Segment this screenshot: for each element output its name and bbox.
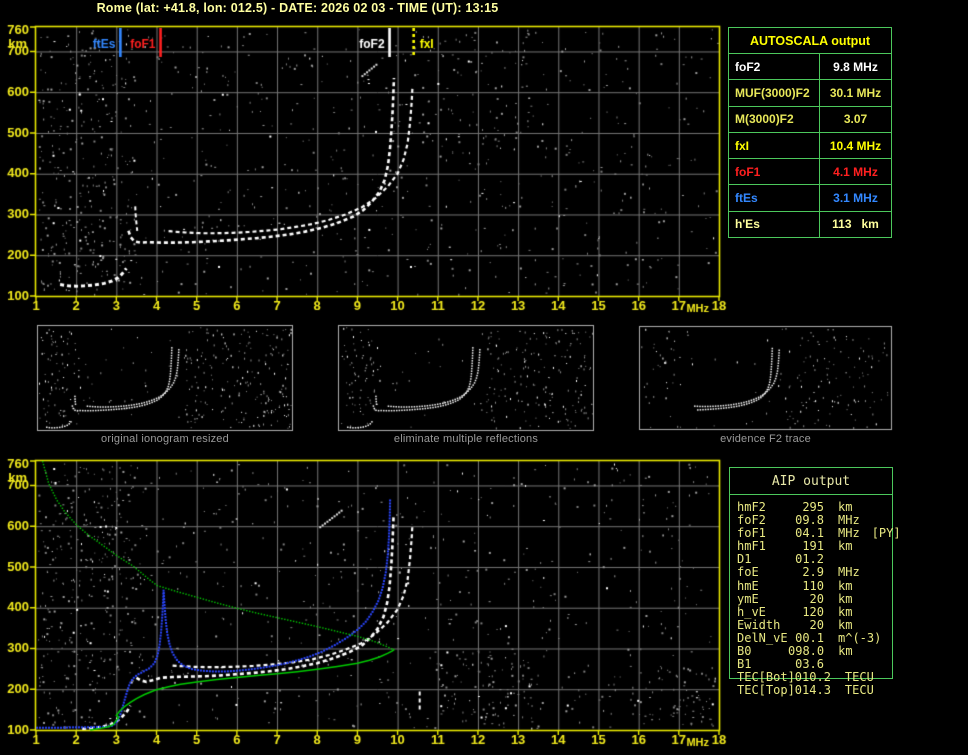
autoscala-row-value: 9.8 MHz — [833, 59, 878, 74]
aip-row-label: ymE — [737, 591, 759, 606]
aip-row-unit: TECU — [844, 683, 874, 698]
aip-rows: hmF2 295 km foF2 09.8 MHz foF1 04.1 MHz [PY] hmF1 1… — [737, 500, 901, 697]
aip-row-value: 014.3 — [794, 683, 831, 698]
aip-row-unit: MHz — [838, 565, 860, 580]
aip-row-unit: km — [838, 578, 853, 593]
aip-row-unit: km — [838, 644, 853, 659]
autoscala-row-value: 10.4 MHz — [829, 138, 882, 153]
aip-row: TEC[Top] 014.3 TECU — [737, 684, 889, 697]
autoscala-row: M(3000)F2 3.07 — [729, 105, 891, 132]
aip-row: Ewidth 20 km — [737, 617, 889, 632]
autoscala-row-label: foF1 — [729, 159, 820, 185]
aip-table: AIP output hmF2 295 km foF2 09.8 MHz foF1 04.1 M… — [729, 467, 901, 697]
aip-row-extra: [PY] — [871, 526, 901, 541]
autoscala-rows: foF2 9.8 MHz MUF(3000)F2 30.1 MHz M(3000)F2 3… — [729, 53, 891, 238]
autoscala-row-value: 113 km — [832, 217, 879, 232]
autoscala-row-label: M(3000)F2 — [729, 106, 820, 132]
aip-row: foE 2.9 MHz — [737, 566, 889, 579]
autoscala-row-label: MUF(3000)F2 — [729, 80, 820, 106]
aip-row-unit: km — [838, 617, 853, 632]
autoscala-row-value: 3.1 MHz — [833, 191, 878, 206]
autoscala-row: h'Es 113 km — [729, 210, 891, 238]
autoscala-row-value: 30.1 MHz — [829, 85, 882, 100]
aip-row-label: hmE — [737, 578, 759, 593]
aip-row-value: 20 — [809, 617, 824, 632]
autoscala-row: foF1 4.1 MHz — [729, 158, 891, 185]
thumbnail-caption-original: original ionogram resized — [101, 433, 229, 445]
aip-row-value: 2.9 — [802, 565, 824, 580]
aip-row-value: 120 — [802, 604, 824, 619]
autoscala-row-value: 4.1 MHz — [833, 164, 878, 179]
autoscala-row-label: fxI — [729, 132, 820, 159]
autoscala-row-label: h'Es — [729, 211, 820, 238]
autoscala-table: AUTOSCALA output foF2 9.8 MHz MUF(3000)F2 3… — [728, 27, 892, 238]
thumbnail-caption-evidence-f2: evidence F2 trace — [720, 433, 811, 445]
page-title: Rome (lat: +41.8, lon: 012.5) - DATE: 20… — [96, 1, 499, 15]
aip-row-label: foE — [737, 565, 759, 580]
aip-row-value: 110 — [802, 578, 824, 593]
aip-row-unit: km — [838, 591, 853, 606]
autoscala-row-value: 3.07 — [843, 112, 868, 127]
aip-row-value: 20 — [809, 591, 824, 606]
aip-row: ymE 20 km — [737, 591, 889, 606]
autoscala-window: Rome (lat: +41.8, lon: 012.5) - DATE: 20… — [0, 0, 968, 755]
aip-row: h_vE 120 km — [737, 604, 889, 619]
aip-header: AIP output — [730, 468, 892, 495]
aip-row-label: Ewidth — [737, 617, 781, 632]
autoscala-row: fxI 10.4 MHz — [729, 131, 891, 159]
autoscala-row: MUF(3000)F2 30.1 MHz — [729, 79, 891, 106]
aip-row-label: TEC[Top] — [737, 683, 795, 698]
autoscala-row-label: foF2 — [729, 54, 820, 80]
autoscala-row: ftEs 3.1 MHz — [729, 184, 891, 211]
aip-row-label: h_vE — [737, 604, 766, 619]
aip-row: hmE 110 km — [737, 578, 889, 593]
thumbnail-caption-eliminate-multiples: eliminate multiple reflections — [393, 433, 539, 445]
aip-row-unit: km — [838, 539, 853, 554]
aip-row-unit: km — [838, 604, 853, 619]
autoscala-row: foF2 9.8 MHz — [729, 53, 891, 80]
autoscala-row-label: ftEs — [729, 185, 820, 211]
autoscala-header: AUTOSCALA output — [749, 34, 871, 48]
